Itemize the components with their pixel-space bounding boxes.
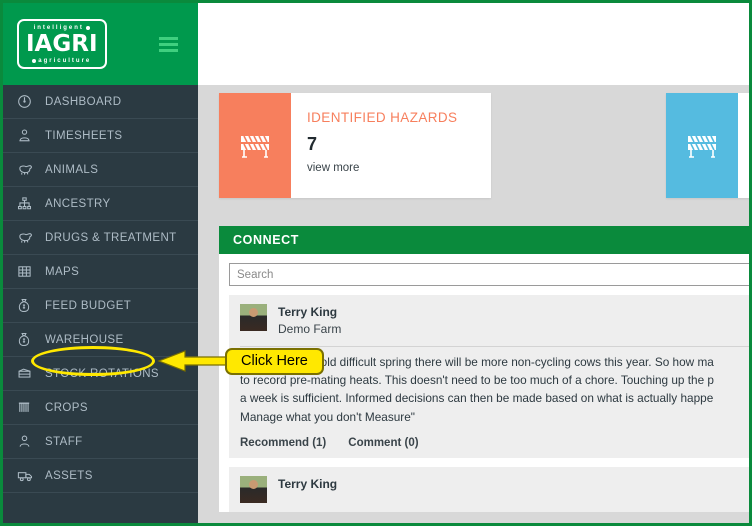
sidebar-item-staff[interactable]: STAFF <box>3 425 198 459</box>
sidebar-item-label: ASSETS <box>45 469 93 482</box>
view-more-link[interactable]: view more <box>307 162 491 174</box>
sidebar-item-ancestry[interactable]: ANCESTRY <box>3 187 198 221</box>
app-window: intelligent IAGRI agriculture DASHBOARD … <box>0 0 752 526</box>
card-body: IDENTIFIED HAZARDS 7 view more <box>291 93 491 198</box>
logo-wordmark: IAGRI <box>26 31 98 58</box>
sidebar-item-label: FEED BUDGET <box>45 299 132 312</box>
speedometer-icon <box>17 94 39 110</box>
sheep-icon <box>17 162 39 178</box>
post-item: Terry King <box>229 466 749 512</box>
money-bag-icon <box>17 332 39 348</box>
crops-icon <box>17 400 39 416</box>
person-icon <box>17 434 39 450</box>
sidebar-item-dashboard[interactable]: DASHBOARD <box>3 85 198 119</box>
hazard-barrier-icon <box>219 93 291 198</box>
sidebar-content-gutter <box>198 85 209 523</box>
sidebar-item-label: ANCESTRY <box>45 197 111 210</box>
post-author: Terry King <box>278 305 338 319</box>
post-identity: Terry King Demo Farm <box>278 304 341 339</box>
logo-tagline-bottom: agriculture <box>32 58 91 64</box>
sidebar-item-label: WAREHOUSE <box>45 333 124 346</box>
brand-block: intelligent IAGRI agriculture <box>3 3 198 85</box>
post-body-line: a week is sufficient. Informed decisions… <box>240 391 714 406</box>
money-bag-icon <box>17 298 39 314</box>
logo-dot-right-icon <box>85 26 90 31</box>
gate-icon <box>17 366 39 382</box>
sidebar-item-label: MAPS <box>45 265 80 278</box>
connect-panel-body: Terry King Demo Farm Thanks to the cold … <box>219 254 749 512</box>
post-divider <box>240 345 749 347</box>
connect-panel-header: CONNECT <box>219 226 749 254</box>
sidebar-item-label: DRUGS & TREATMENT <box>45 231 177 244</box>
top-bar: intelligent IAGRI agriculture <box>3 3 749 85</box>
card-body: REPORTED HAZARDS 2 view more <box>738 93 749 198</box>
sidebar-item-timesheets[interactable]: TIMESHEETS <box>3 119 198 153</box>
sidebar-item-drugs-treatment[interactable]: DRUGS & TREATMENT <box>3 221 198 255</box>
truck-icon <box>17 468 39 484</box>
post-body-line: Manage what you don't Measure" <box>240 409 415 424</box>
logo-bottom-text: agriculture <box>38 57 92 64</box>
stat-cards-row: IDENTIFIED HAZARDS 7 view more R <box>219 93 749 198</box>
post-actions: Recommend (1) Comment (0) <box>240 437 749 449</box>
hamburger-bar-2 <box>159 42 178 46</box>
hamburger-bar-1 <box>159 36 178 40</box>
sidebar-item-crops[interactable]: CROPS <box>3 391 198 425</box>
iagri-logo: intelligent IAGRI agriculture <box>17 19 107 69</box>
click-here-callout: Click Here <box>225 348 324 375</box>
reported-hazards-card[interactable]: REPORTED HAZARDS 2 view more <box>666 93 749 198</box>
sidebar-item-label: DASHBOARD <box>45 95 122 108</box>
sidebar-item-stock-rotations[interactable]: STOCK ROTATIONS <box>3 357 198 391</box>
post-author: Terry King <box>278 476 338 491</box>
person-clock-icon <box>17 128 39 144</box>
post-farm: Demo Farm <box>278 322 342 337</box>
hazard-barrier-icon <box>666 93 738 198</box>
card-value: 7 <box>307 134 318 154</box>
logo-dot-left-icon <box>32 58 37 63</box>
avatar <box>240 475 267 503</box>
post-header: Terry King Demo Farm <box>240 304 749 339</box>
sidebar-item-label: TIMESHEETS <box>45 129 123 142</box>
avatar <box>240 304 267 331</box>
sidebar-item-label: STAFF <box>45 435 83 448</box>
hierarchy-icon <box>17 196 39 212</box>
hamburger-menu-icon[interactable] <box>155 33 182 56</box>
post-header: Terry King <box>240 475 749 503</box>
sidebar-item-maps[interactable]: MAPS <box>3 255 198 289</box>
map-icon <box>17 264 39 280</box>
sidebar-item-label: CROPS <box>45 401 88 414</box>
main-content: IDENTIFIED HAZARDS 7 view more R <box>209 85 749 523</box>
identified-hazards-card[interactable]: IDENTIFIED HAZARDS 7 view more <box>219 93 491 198</box>
sidebar-item-animals[interactable]: ANIMALS <box>3 153 198 187</box>
sheep-icon <box>17 230 39 246</box>
post-identity: Terry King <box>278 476 337 493</box>
sidebar-item-assets[interactable]: ASSETS <box>3 459 198 493</box>
sidebar-item-label: STOCK ROTATIONS <box>45 367 159 380</box>
hamburger-bar-3 <box>159 48 178 52</box>
search-input[interactable] <box>229 263 749 286</box>
post-item: Terry King Demo Farm Thanks to the cold … <box>229 295 749 458</box>
card-title: IDENTIFIED HAZARDS <box>307 110 458 125</box>
sidebar-item-label: ANIMALS <box>45 163 99 176</box>
recommend-button[interactable]: Recommend (1) <box>240 437 326 449</box>
sidebar-nav: DASHBOARD TIMESHEETS ANIMALS ANCESTRY DR… <box>3 85 198 523</box>
sidebar-item-feed-budget[interactable]: FEED BUDGET <box>3 289 198 323</box>
sidebar-item-warehouse[interactable]: WAREHOUSE <box>3 323 198 357</box>
comment-button[interactable]: Comment (0) <box>348 437 418 449</box>
